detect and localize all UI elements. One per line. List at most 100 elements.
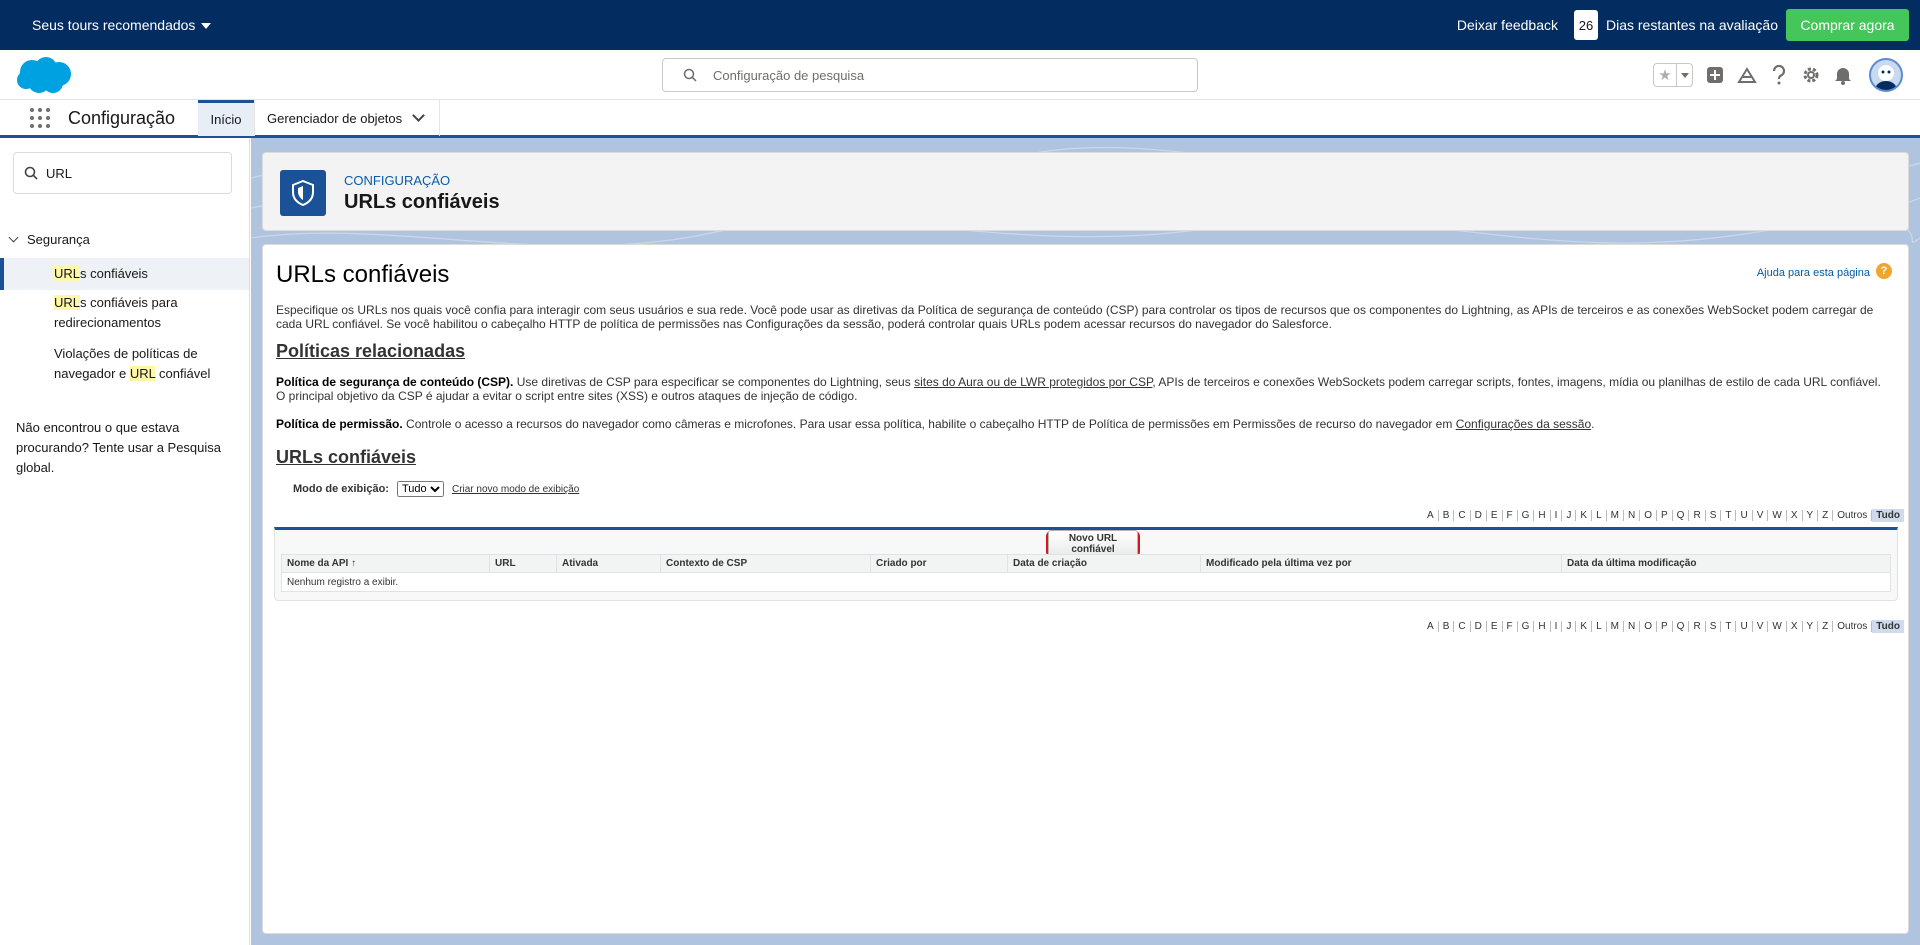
alpha-filter-v[interactable]: V	[1753, 621, 1769, 632]
app-launcher-icon[interactable]	[30, 108, 50, 128]
session-settings-link[interactable]: Configurações da sessão	[1456, 417, 1591, 431]
alpha-filter-j[interactable]: J	[1562, 621, 1577, 632]
search-input[interactable]	[713, 67, 1153, 83]
alpha-filter-outros[interactable]: Outros	[1833, 621, 1873, 632]
alpha-filter-o[interactable]: O	[1640, 621, 1657, 632]
alpha-filter-x[interactable]: X	[1787, 510, 1803, 521]
alpha-filter-t[interactable]: T	[1721, 621, 1737, 632]
alpha-filter-l[interactable]: L	[1592, 510, 1607, 521]
salesforce-logo-icon[interactable]	[15, 56, 73, 96]
alpha-filter-z[interactable]: Z	[1818, 510, 1834, 521]
column-header-active[interactable]: Ativada	[556, 554, 661, 573]
alpha-filter-outros[interactable]: Outros	[1833, 510, 1873, 521]
alpha-filter-d[interactable]: D	[1471, 621, 1487, 632]
alpha-filter-w[interactable]: W	[1768, 621, 1787, 632]
alpha-filter-w[interactable]: W	[1768, 510, 1787, 521]
bell-icon[interactable]	[1833, 65, 1853, 85]
alpha-filter-a[interactable]: A	[1423, 510, 1439, 521]
alpha-filter-v[interactable]: V	[1753, 510, 1769, 521]
alpha-filter-u[interactable]: U	[1736, 510, 1753, 521]
alpha-filter-n[interactable]: N	[1624, 510, 1641, 521]
avatar[interactable]	[1869, 58, 1903, 92]
alpha-filter-p[interactable]: P	[1657, 621, 1673, 632]
alpha-filter-m[interactable]: M	[1607, 621, 1624, 632]
alpha-filter-f[interactable]: F	[1503, 510, 1518, 521]
column-header-last-modified-date[interactable]: Data da última modificação	[1561, 554, 1891, 573]
alpha-filter-y[interactable]: Y	[1803, 621, 1819, 632]
alpha-filter-q[interactable]: Q	[1673, 621, 1690, 632]
alpha-filter-k[interactable]: K	[1576, 510, 1593, 521]
sidebar-item-browser-policy-violations[interactable]: Violações de políticas de navegador e UR…	[0, 344, 215, 384]
column-header-csp-context[interactable]: Contexto de CSP	[660, 554, 871, 573]
alpha-filter-z[interactable]: Z	[1818, 621, 1834, 632]
add-icon[interactable]	[1705, 65, 1725, 85]
alpha-filter-b[interactable]: B	[1439, 510, 1455, 521]
column-header-api-name[interactable]: Nome da API ↑	[281, 554, 490, 573]
alpha-filter-y[interactable]: Y	[1803, 510, 1819, 521]
favorites-dropdown[interactable]	[1676, 64, 1692, 86]
alpha-filter-h[interactable]: H	[1534, 621, 1551, 632]
help-icon[interactable]: ?	[1876, 263, 1892, 279]
alpha-filter-e[interactable]: E	[1487, 621, 1503, 632]
csp-sites-link[interactable]: sites do Aura ou de LWR protegidos por C…	[914, 375, 1152, 389]
alpha-filter-t[interactable]: T	[1721, 510, 1737, 521]
tree-group-security[interactable]: Segurança	[8, 232, 90, 247]
alpha-filter-g[interactable]: G	[1518, 510, 1535, 521]
trailhead-icon[interactable]	[1737, 65, 1757, 85]
feedback-link[interactable]: Deixar feedback	[1457, 17, 1558, 33]
sidebar-item-trusted-urls[interactable]: URLs confiáveis	[0, 258, 249, 290]
alpha-filter-s[interactable]: S	[1706, 510, 1722, 521]
days-remaining-badge: 26	[1574, 10, 1598, 40]
tab-object-manager[interactable]: Gerenciador de objetos	[254, 100, 440, 136]
alpha-filter-r[interactable]: R	[1689, 621, 1706, 632]
alpha-filter-c[interactable]: C	[1454, 510, 1471, 521]
tours-dropdown[interactable]: Seus tours recomendados	[32, 17, 212, 33]
star-icon[interactable]: ★	[1654, 64, 1676, 86]
alpha-filter-tudo[interactable]: Tudo	[1872, 620, 1904, 633]
alpha-filter-h[interactable]: H	[1534, 510, 1551, 521]
alpha-filter-o[interactable]: O	[1640, 510, 1657, 521]
column-header-created-by[interactable]: Criado por	[870, 554, 1008, 573]
chevron-down-icon[interactable]	[412, 109, 426, 122]
alpha-filter-q[interactable]: Q	[1673, 510, 1690, 521]
alpha-filter-i[interactable]: I	[1551, 621, 1563, 632]
alpha-filter-m[interactable]: M	[1607, 510, 1624, 521]
setup-search-box[interactable]	[662, 58, 1198, 92]
alpha-filter-i[interactable]: I	[1551, 510, 1563, 521]
alpha-filter-f[interactable]: F	[1503, 621, 1518, 632]
quick-find-input[interactable]	[46, 165, 216, 181]
alpha-filter-u[interactable]: U	[1736, 621, 1753, 632]
favorites-group[interactable]: ★	[1653, 63, 1693, 87]
help-link[interactable]: Ajuda para esta página	[1757, 267, 1870, 279]
permission-text: .	[1591, 417, 1595, 431]
alpha-filter-n[interactable]: N	[1624, 621, 1641, 632]
quick-find-box[interactable]	[13, 152, 232, 194]
alpha-filter-b[interactable]: B	[1439, 621, 1455, 632]
alpha-filter-s[interactable]: S	[1706, 621, 1722, 632]
help-icon[interactable]	[1769, 65, 1789, 85]
create-view-link[interactable]: Criar novo modo de exibição	[452, 484, 579, 495]
column-header-last-modified-by[interactable]: Modificado pela última vez por	[1200, 554, 1562, 573]
breadcrumb[interactable]: Configuração	[344, 173, 450, 188]
alpha-filter-d[interactable]: D	[1471, 510, 1487, 521]
sidebar-item-trusted-urls-redirects[interactable]: URLs confiáveis para redirecionamentos	[0, 293, 200, 333]
alpha-filter-j[interactable]: J	[1562, 510, 1577, 521]
alpha-filter-e[interactable]: E	[1487, 510, 1503, 521]
buy-now-button[interactable]: Comprar agora	[1786, 9, 1909, 41]
alpha-filter-l[interactable]: L	[1592, 621, 1607, 632]
alpha-filter-r[interactable]: R	[1689, 510, 1706, 521]
alpha-filter-c[interactable]: C	[1454, 621, 1471, 632]
view-select[interactable]: Tudo	[396, 481, 444, 497]
page-title: URLs confiáveis	[344, 191, 500, 213]
gear-icon[interactable]	[1801, 65, 1821, 85]
alpha-filter-tudo[interactable]: Tudo	[1872, 509, 1904, 522]
alpha-filter-k[interactable]: K	[1576, 621, 1593, 632]
column-header-url[interactable]: URL	[489, 554, 557, 573]
column-header-created-date[interactable]: Data de criação	[1007, 554, 1201, 573]
search-icon	[24, 166, 38, 180]
alpha-filter-p[interactable]: P	[1657, 510, 1673, 521]
alpha-filter-a[interactable]: A	[1423, 621, 1439, 632]
tab-home[interactable]: Início	[198, 100, 254, 136]
alpha-filter-x[interactable]: X	[1787, 621, 1803, 632]
alpha-filter-g[interactable]: G	[1518, 621, 1535, 632]
